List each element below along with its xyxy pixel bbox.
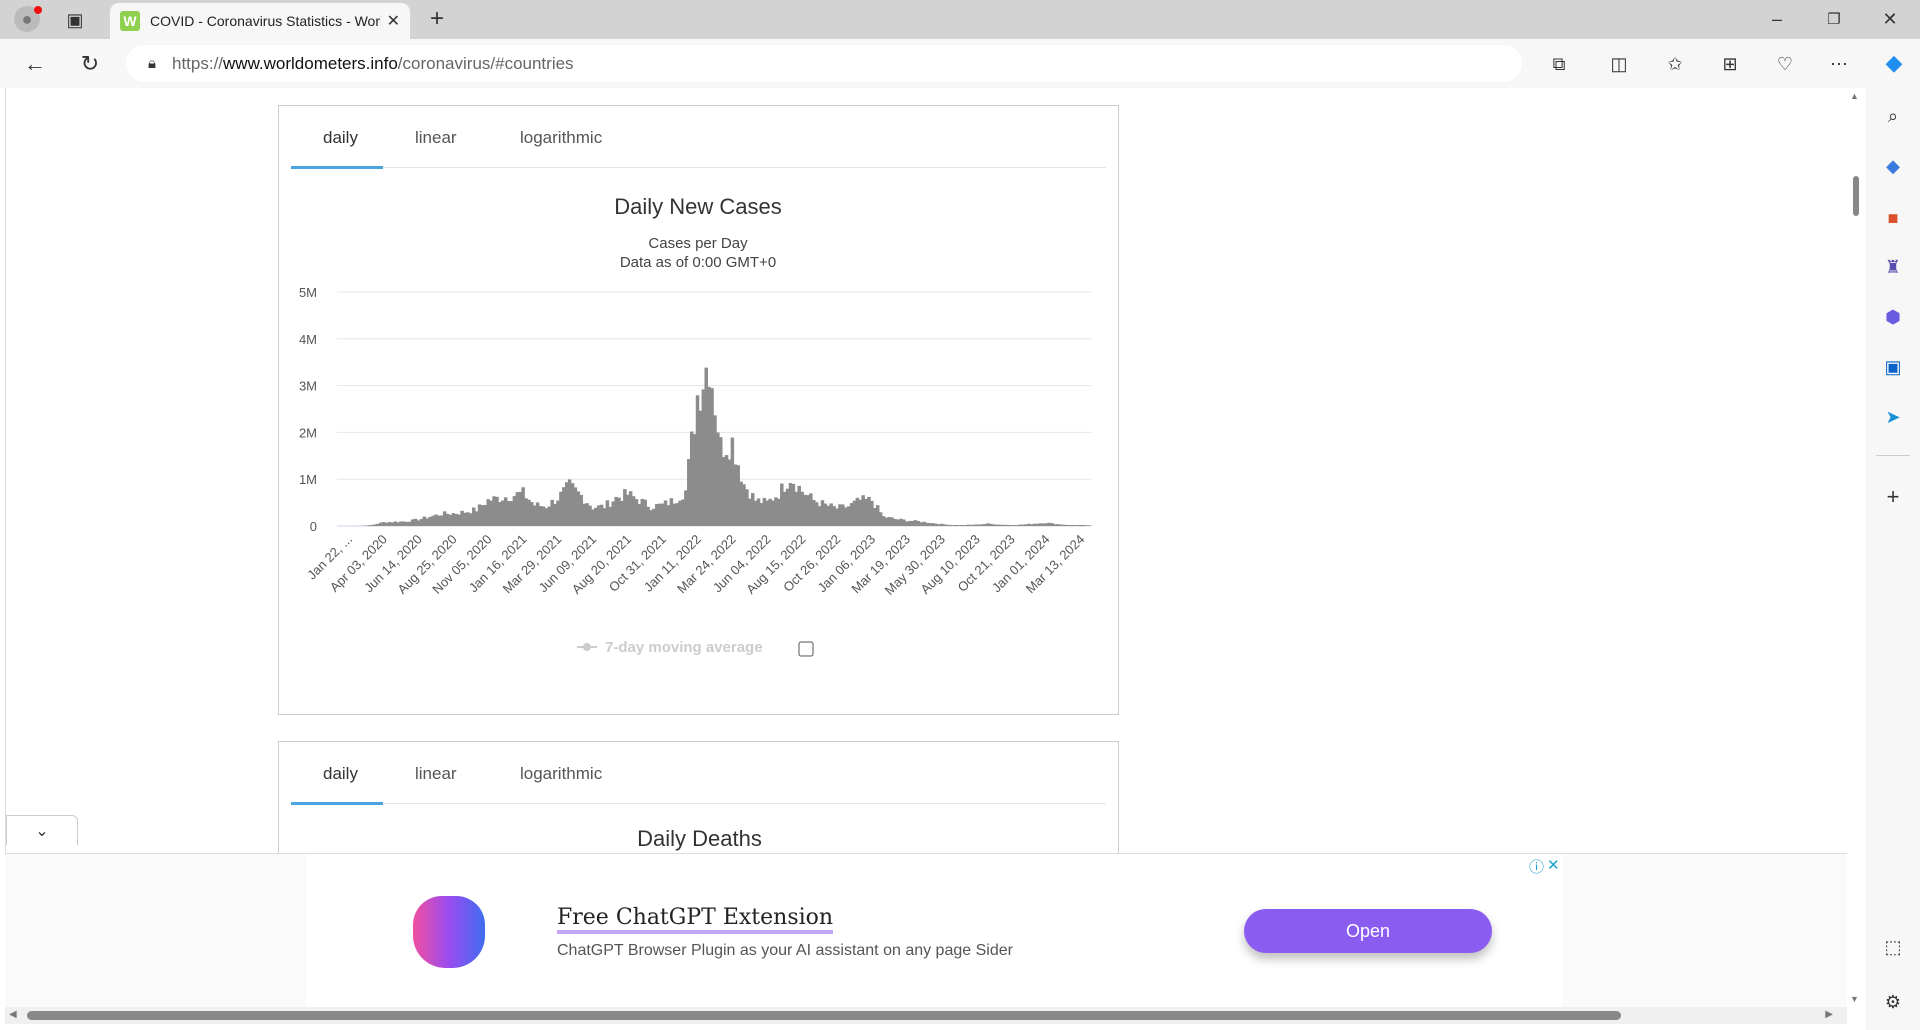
y-tick-label: 2M [299, 425, 317, 440]
chart-tabs-2: daily linear logarithmic [291, 742, 1106, 805]
favorites-icon[interactable]: ✩ [1662, 51, 1688, 77]
minimize-icon[interactable]: – [1764, 6, 1790, 32]
split-screen-icon[interactable]: ◫ [1606, 51, 1632, 77]
sidebar-divider [1876, 455, 1910, 456]
y-tick-label: 1M [299, 472, 317, 487]
ad-close-icon[interactable]: ✕ [1547, 856, 1560, 874]
outlook-icon[interactable]: ▣ [1880, 354, 1906, 380]
back-icon[interactable]: ← [22, 51, 48, 77]
scroll-left-icon[interactable]: ◀ [9, 1009, 17, 1020]
close-window-icon[interactable]: ✕ [1877, 6, 1903, 32]
tools-briefcase-icon[interactable]: ■ [1880, 205, 1906, 231]
games-icon[interactable]: ♜ [1880, 254, 1906, 280]
ad-title[interactable]: Free ChatGPT Extension [557, 905, 834, 934]
collections-icon[interactable]: ⊞ [1717, 51, 1743, 77]
legend-label: 7-day moving average [605, 639, 763, 656]
collapse-ad-chevron-icon[interactable]: ⌄ [6, 815, 78, 845]
tab-actions-icon[interactable]: ▣ [63, 8, 87, 32]
vertical-scroll-thumb[interactable] [1853, 176, 1859, 216]
y-tick-label: 4M [299, 332, 317, 347]
close-tab-icon[interactable]: ✕ [387, 11, 400, 31]
horizontal-scrollbar[interactable]: ◀ ▶ [5, 1007, 1847, 1024]
screenshot-icon[interactable]: ⬚ [1880, 934, 1906, 960]
scroll-right-icon[interactable]: ▶ [1825, 1009, 1833, 1020]
chart-subtitle-date: Data as of 0:00 GMT+0 [620, 254, 776, 271]
vertical-scrollbar[interactable]: ▲ ▼ [1847, 88, 1864, 1007]
shopping-tag-icon[interactable]: ◆ [1880, 153, 1906, 179]
copilot-icon[interactable]: ◆ [1880, 49, 1908, 77]
daily-new-cases-chart: Daily New Cases Cases per Day Data as of… [299, 194, 1092, 657]
ad-open-button[interactable]: Open [1244, 909, 1492, 953]
url-domain: www.worldometers.info [223, 53, 398, 73]
tab-bar: ● ▣ W COVID - Coronavirus Statistics - W… [0, 0, 1920, 39]
y-tick-label: 3M [299, 379, 317, 394]
add-sidebar-app-icon[interactable]: + [1880, 484, 1906, 510]
bar [1088, 525, 1092, 526]
tab-title: COVID - Coronavirus Statistics - Worldom… [150, 13, 381, 29]
refresh-icon[interactable]: ↻ [77, 51, 103, 77]
active-tab-underline-2 [291, 802, 383, 805]
scroll-up-icon[interactable]: ▲ [1850, 91, 1859, 101]
notification-dot [34, 6, 42, 14]
new-tab-icon[interactable]: + [424, 5, 450, 32]
ad-info-icon[interactable]: ⓘ [1529, 856, 1544, 877]
more-options-icon[interactable]: ⋯ [1826, 51, 1852, 77]
settings-gear-icon[interactable]: ⚙ [1880, 989, 1906, 1015]
y-tick-label: 0 [310, 519, 317, 534]
ad-description: ChatGPT Browser Plugin as your AI assist… [557, 942, 1013, 959]
daily-deaths-title: Daily Deaths [637, 826, 762, 851]
search-icon[interactable]: ⌕ [1880, 103, 1906, 129]
tab-daily-2[interactable]: daily [323, 764, 358, 784]
ad-content[interactable]: Free ChatGPT Extension ChatGPT Browser P… [307, 854, 1563, 1008]
legend-marker [583, 643, 591, 651]
extensions-icon[interactable]: ⧉ [1546, 51, 1572, 77]
active-tab[interactable]: W COVID - Coronavirus Statistics - World… [110, 3, 410, 39]
tab-linear-2[interactable]: linear [415, 764, 457, 784]
lock-icon[interactable]: 🔒︎ [148, 55, 156, 72]
edge-sidebar: ⌕ ◆ ■ ♜ ⬢ ▣ ➤ + ⬚ ⚙ [1866, 88, 1920, 1030]
y-tick-label: 5M [299, 285, 317, 300]
microsoft-365-icon[interactable]: ⬢ [1880, 304, 1906, 330]
scroll-down-icon[interactable]: ▼ [1850, 994, 1859, 1004]
legend-7day[interactable]: 7-day moving average [577, 639, 763, 656]
brain-logo-icon [413, 896, 485, 968]
address-bar[interactable]: 🔒︎ https://www.worldometers.info/coronav… [126, 45, 1522, 82]
browser-essentials-icon[interactable]: ♡ [1772, 51, 1798, 77]
tab-logarithmic-2[interactable]: logarithmic [520, 764, 602, 784]
url-path: /coronavirus/#countries [397, 53, 574, 73]
horizontal-scroll-thumb[interactable] [27, 1011, 1621, 1020]
send-icon[interactable]: ➤ [1880, 404, 1906, 430]
url-prefix: https:// [171, 53, 224, 73]
worldometer-favicon-icon: W [120, 11, 140, 31]
restore-icon[interactable]: ❐ [1821, 6, 1847, 32]
moving-average-checkbox[interactable] [798, 641, 814, 657]
chart-subtitle: Cases per Day [648, 235, 748, 252]
daily-new-cases-card: daily linear logarithmic Daily New Cases… [278, 105, 1119, 715]
ad-banner: Free ChatGPT Extension ChatGPT Browser P… [5, 853, 1847, 1008]
chart-title: Daily New Cases [614, 194, 782, 219]
